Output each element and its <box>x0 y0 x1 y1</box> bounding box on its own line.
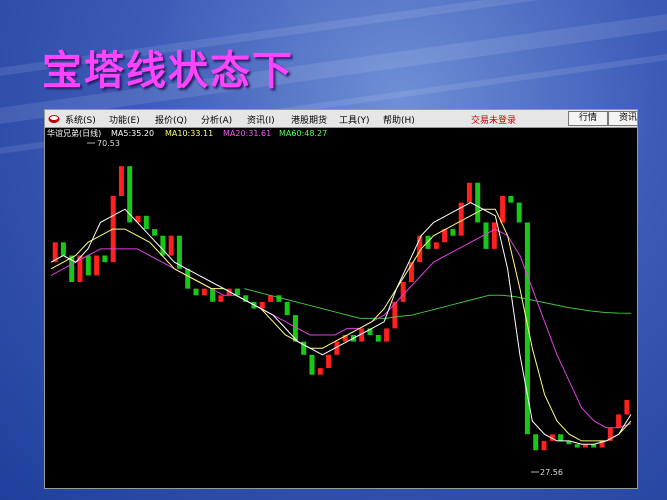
tower-bar <box>574 444 580 448</box>
high-price-label: 70.53 <box>97 139 120 148</box>
tower-bar <box>218 295 224 302</box>
ma5-value: MA5:35.20 <box>111 129 155 138</box>
ma10-value: MA10:33.11 <box>165 129 214 138</box>
ma20-line <box>50 228 632 429</box>
tower-bar <box>483 222 489 249</box>
ma5-line <box>50 202 632 445</box>
menu-system[interactable]: 系统(S) <box>65 113 96 126</box>
ma20-value: MA20:31.61 <box>223 129 272 138</box>
tower-bar <box>475 182 481 223</box>
tower-bar <box>118 166 124 196</box>
tab-quotes[interactable]: 行情 <box>568 111 608 126</box>
menu-analysis[interactable]: 分析(A) <box>201 113 232 126</box>
tower-bar <box>168 235 174 256</box>
tower-bar <box>516 202 522 223</box>
indicator-bar: 华谊兄弟(日线) MA5:35.20 MA10:33.11 MA20:31.61… <box>45 128 637 139</box>
tower-line-chart[interactable]: 70.53 27.56 <box>45 139 637 488</box>
menu-quote[interactable]: 报价(Q) <box>155 113 187 126</box>
tower-bar <box>624 399 630 415</box>
tower-bar <box>326 354 332 368</box>
low-price-label: 27.56 <box>540 468 563 477</box>
tower-bar <box>433 242 439 249</box>
tower-bar <box>102 255 108 263</box>
ma60-line <box>244 288 632 319</box>
tower-bar <box>60 242 66 256</box>
ma10-line <box>50 208 632 442</box>
tower-bar <box>152 229 158 236</box>
tower-bar <box>508 196 514 203</box>
tower-bar <box>375 335 381 342</box>
menu-help[interactable]: 帮助(H) <box>383 113 415 126</box>
moving-average-lines <box>50 202 632 445</box>
tower-bar <box>450 229 456 236</box>
tower-bar <box>201 288 207 296</box>
stock-app-window: 系统(S) 功能(E) 报价(Q) 分析(A) 资讯(I) 港股期货 工具(Y)… <box>44 109 638 489</box>
menu-news[interactable]: 资讯(I) <box>247 113 275 126</box>
tower-bar <box>143 215 149 229</box>
tower-bar <box>491 222 497 249</box>
tower-bar <box>160 235 166 256</box>
tower-bar <box>284 301 290 316</box>
tower-bar <box>193 288 199 296</box>
app-logo-icon <box>48 115 60 123</box>
tower-bar <box>500 196 506 223</box>
tower-bar <box>185 268 191 289</box>
tower-bar <box>309 354 315 375</box>
tab-news[interactable]: 资讯 <box>608 111 637 126</box>
slide-title: 宝塔线状态下 <box>42 47 294 94</box>
tower-bar <box>558 434 564 441</box>
menu-bar: 系统(S) 功能(E) 报价(Q) 分析(A) 资讯(I) 港股期货 工具(Y)… <box>45 110 637 128</box>
tower-bar <box>533 434 539 451</box>
tower-bar <box>616 414 622 428</box>
menu-tools[interactable]: 工具(Y) <box>339 113 370 126</box>
tower-bar <box>384 328 390 342</box>
tower-bar <box>276 295 282 302</box>
tower-bar <box>317 368 323 375</box>
tower-bar <box>234 288 240 296</box>
menu-function[interactable]: 功能(E) <box>109 113 140 126</box>
tower-bar <box>259 301 265 309</box>
tower-bar <box>541 440 547 451</box>
tower-bar <box>94 255 100 276</box>
stock-name: 华谊兄弟(日线) <box>47 129 102 138</box>
tower-bar <box>400 282 406 302</box>
ma60-value: MA60:48.27 <box>279 129 328 138</box>
tower-bars <box>52 166 630 451</box>
menu-hk-futures[interactable]: 港股期货 <box>291 113 327 126</box>
tower-bar <box>85 255 91 276</box>
login-status: 交易未登录 <box>471 116 517 126</box>
tower-bar <box>466 182 472 203</box>
